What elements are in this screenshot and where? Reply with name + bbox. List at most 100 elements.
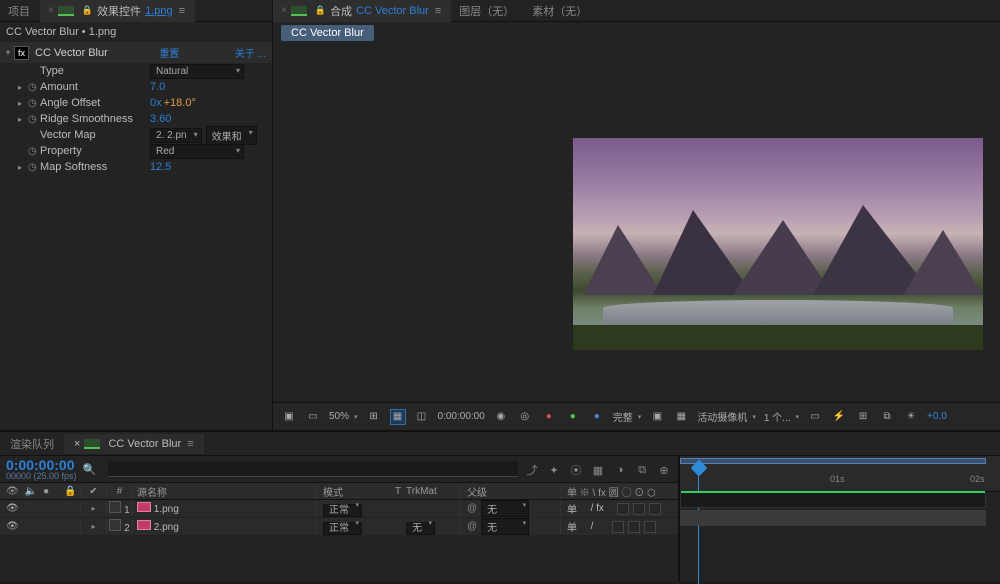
roi-icon[interactable]: ▣ xyxy=(649,409,665,425)
panel-menu-icon[interactable]: ≡ xyxy=(179,5,185,17)
panel-menu-icon[interactable]: ≡ xyxy=(187,438,193,450)
switches-column[interactable]: 单 ※ \ fx 圆 ◯ ⊙ ⬡ xyxy=(560,484,678,499)
effect-header[interactable]: ▾ fx CC Vector Blur 重置 关于 ... xyxy=(0,42,272,63)
stopwatch-icon[interactable]: ◷ xyxy=(28,162,40,173)
trkmat-column[interactable]: TrkMat xyxy=(406,486,460,497)
type-dropdown[interactable]: Natural xyxy=(150,64,244,79)
composition-tab[interactable]: × 🔒 合成 CC Vector Blur ≡ xyxy=(273,0,451,22)
search-icon[interactable]: 🔍 xyxy=(83,463,97,476)
channel-r-icon[interactable]: ● xyxy=(541,409,557,425)
layer-bar[interactable] xyxy=(680,510,986,526)
grid-guide-icon[interactable]: ▦ xyxy=(673,409,689,425)
layer-name[interactable]: 1.png xyxy=(154,504,179,515)
mask-visibility-icon[interactable]: ◫ xyxy=(414,409,430,425)
work-area-bar[interactable] xyxy=(680,458,986,464)
parent-dropdown[interactable]: 无 xyxy=(481,500,529,517)
switch-box[interactable] xyxy=(633,503,645,515)
twirl-right-icon[interactable]: ▸ xyxy=(91,522,95,531)
footage-tab[interactable]: 素材（无） xyxy=(524,0,597,22)
twirl-right-icon[interactable]: ▸ xyxy=(18,163,28,172)
preserve-t-column[interactable]: T xyxy=(390,486,406,497)
reset-link[interactable]: 重置 xyxy=(159,49,179,60)
exposure-value[interactable]: +0.0 xyxy=(927,411,947,422)
pixel-aspect-icon[interactable]: ▭ xyxy=(807,409,823,425)
render-queue-tab[interactable]: 渲染队列 xyxy=(0,432,64,456)
close-icon[interactable]: × xyxy=(74,438,80,450)
mapsoft-value[interactable]: 12.5 xyxy=(150,161,171,173)
timeline-comp-tab[interactable]: × CC Vector Blur ≡ xyxy=(64,434,204,454)
visibility-toggle-icon[interactable]: 👁 xyxy=(6,521,19,532)
transparency-grid-icon[interactable]: ▦ xyxy=(390,409,406,425)
resolution-dropdown[interactable]: 完整 xyxy=(613,409,642,424)
solo-column-icon[interactable]: ● xyxy=(43,486,49,497)
layer-bar[interactable] xyxy=(680,492,986,508)
effect-controls-tab[interactable]: × 🔒 效果控件 1.png ≡ xyxy=(40,0,195,22)
hide-shy-icon[interactable]: ⦿ xyxy=(568,462,584,478)
source-name-column[interactable]: 源名称 xyxy=(132,484,316,499)
lock-icon[interactable]: 🔒 xyxy=(315,5,326,16)
magnification-icon[interactable]: ▭ xyxy=(305,409,321,425)
close-icon[interactable]: × xyxy=(48,5,54,16)
timeline-tracks[interactable]: 01s 02s xyxy=(680,456,1000,581)
mode-column[interactable]: 模式 xyxy=(316,484,390,499)
parent-dropdown[interactable]: 无 xyxy=(481,518,529,535)
zoom-dropdown[interactable]: 50% xyxy=(329,411,358,422)
twirl-right-icon[interactable]: ▸ xyxy=(18,99,28,108)
about-link[interactable]: 关于 ... xyxy=(235,49,266,60)
switch-box[interactable] xyxy=(649,503,661,515)
lock-column-icon[interactable]: 🔒 xyxy=(64,486,80,497)
trkmat-dropdown[interactable]: 无 xyxy=(406,522,435,535)
video-column-icon[interactable]: 👁 xyxy=(6,486,19,497)
panel-menu-icon[interactable]: ≡ xyxy=(435,5,441,17)
brainstorm-icon[interactable]: ⊕ xyxy=(656,462,672,478)
switch-box[interactable] xyxy=(628,521,640,533)
comp-mini-flowchart-icon[interactable]: ⤴ xyxy=(524,462,540,478)
fx-toggle-icon[interactable]: fx xyxy=(14,46,29,60)
motion-blur-icon[interactable]: ◑ xyxy=(612,462,628,478)
blend-mode-dropdown[interactable]: 正常 xyxy=(323,504,362,517)
angle-value[interactable]: 0x+18.0° xyxy=(150,97,196,109)
draft-3d-icon[interactable]: ✦ xyxy=(546,462,562,478)
preview-timecode[interactable]: 0:00:00:00 xyxy=(438,411,485,422)
switch-box[interactable] xyxy=(612,521,624,533)
twirl-down-icon[interactable]: ▾ xyxy=(6,48,10,57)
number-column[interactable]: # xyxy=(106,486,132,497)
close-icon[interactable]: × xyxy=(281,5,287,16)
amount-value[interactable]: 7.0 xyxy=(150,81,165,93)
snapshot-icon[interactable]: ◉ xyxy=(493,409,509,425)
always-preview-icon[interactable]: ▣ xyxy=(281,409,297,425)
vector-map-layer-dropdown[interactable]: 2. 2.pn xyxy=(150,128,202,143)
pickwhip-icon[interactable]: @ xyxy=(467,521,477,532)
vector-map-scope-dropdown[interactable]: 效果和 xyxy=(206,126,257,145)
index-column-icon[interactable]: ✔ xyxy=(80,486,106,497)
comp-flowchart-icon[interactable]: ⧉ xyxy=(879,409,895,425)
audio-column-icon[interactable]: 🔈 xyxy=(25,486,37,497)
blend-mode-dropdown[interactable]: 正常 xyxy=(323,522,362,535)
twirl-right-icon[interactable]: ▸ xyxy=(18,83,28,92)
switch-box[interactable] xyxy=(644,521,656,533)
ridge-value[interactable]: 3.60 xyxy=(150,113,171,125)
fast-preview-icon[interactable]: ⊞ xyxy=(366,409,382,425)
camera-dropdown[interactable]: 活动摄像机 xyxy=(697,409,756,424)
layer-tab[interactable]: 图层（无） xyxy=(451,0,524,22)
layer-search-input[interactable] xyxy=(108,461,518,477)
channel-g-icon[interactable]: ● xyxy=(565,409,581,425)
layer-row[interactable]: 👁 ▸ 1 1.png 正常 @无 单 / fx xyxy=(0,500,678,518)
project-tab[interactable]: 项目 xyxy=(0,0,40,22)
parent-column[interactable]: 父级 xyxy=(460,484,560,499)
twirl-right-icon[interactable]: ▸ xyxy=(18,115,28,124)
channel-b-icon[interactable]: ● xyxy=(589,409,605,425)
show-snapshot-icon[interactable]: ◎ xyxy=(517,409,533,425)
pickwhip-icon[interactable]: @ xyxy=(467,503,477,514)
switch-box[interactable] xyxy=(617,503,629,515)
visibility-toggle-icon[interactable]: 👁 xyxy=(6,503,19,514)
layer-row[interactable]: 👁 ▸ 2 2.png 正常 无 @无 单 / xyxy=(0,518,678,536)
frame-blend-icon[interactable]: ▦ xyxy=(590,462,606,478)
reset-exposure-icon[interactable]: ☀ xyxy=(903,409,919,425)
composition-viewer[interactable] xyxy=(273,44,1000,402)
stopwatch-icon[interactable]: ◷ xyxy=(28,82,40,93)
views-dropdown[interactable]: 1 个... xyxy=(764,409,799,424)
fast-previews-icon[interactable]: ⚡ xyxy=(831,409,847,425)
time-ruler[interactable]: 01s 02s xyxy=(680,456,1000,492)
lock-icon[interactable]: 🔒 xyxy=(82,5,93,16)
